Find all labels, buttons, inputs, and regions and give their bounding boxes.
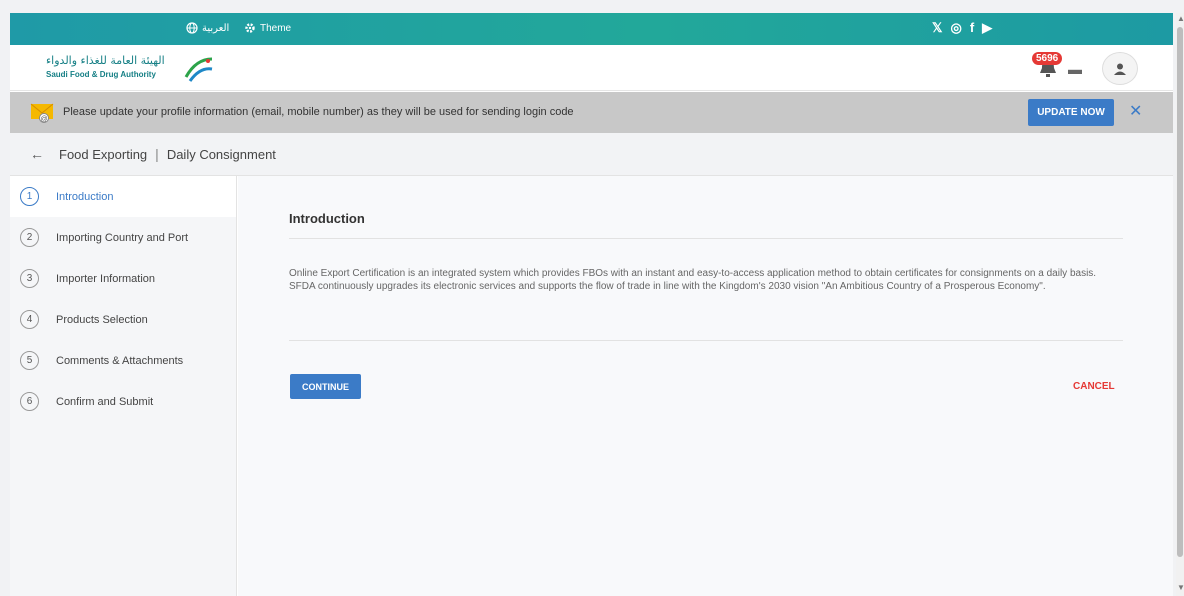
user-avatar[interactable] xyxy=(1102,52,1138,85)
gear-icon xyxy=(245,23,255,33)
continue-button[interactable]: CONTINUE xyxy=(290,374,361,399)
step-confirm-submit[interactable]: 6 Confirm and Submit xyxy=(10,381,236,422)
breadcrumb-food-exporting[interactable]: Food Exporting xyxy=(59,147,147,162)
notification-badge: 5696 xyxy=(1032,52,1063,65)
step-importer-information[interactable]: 3 Importer Information xyxy=(10,258,236,299)
language-label: العربية xyxy=(202,22,230,34)
step-label: Importer Information xyxy=(56,272,156,285)
step-label: Importing Country and Port xyxy=(56,231,189,244)
sfda-logo[interactable]: الهيئة العامة للغذاء والدواء Saudi Food … xyxy=(46,53,216,85)
top-bar: العربية Theme 𝕏 ◎ f ▶ xyxy=(10,13,1173,45)
cancel-button[interactable]: CANCEL xyxy=(1073,381,1115,392)
scroll-up-icon[interactable]: ▲ xyxy=(1177,14,1184,23)
step-introduction[interactable]: 1 Introduction xyxy=(10,176,236,217)
breadcrumb-separator: | xyxy=(155,146,159,162)
page-scrollbar[interactable]: ▲ ▼ xyxy=(1176,13,1184,596)
step-comments-attachments[interactable]: 5 Comments & Attachments xyxy=(10,340,236,381)
scroll-down-icon[interactable]: ▼ xyxy=(1177,583,1184,592)
step-number: 4 xyxy=(20,310,39,329)
social-links: 𝕏 ◎ f ▶ xyxy=(932,20,992,36)
step-label: Comments & Attachments xyxy=(56,354,184,367)
graduation-cap-icon[interactable]: ▬ xyxy=(1068,61,1082,77)
breadcrumb: ← Food Exporting | Daily Consignment xyxy=(10,133,1173,176)
theme-switch[interactable]: Theme xyxy=(244,22,291,34)
breadcrumb-daily-consignment: Daily Consignment xyxy=(166,146,276,162)
step-number: 1 xyxy=(20,187,39,206)
logo-english: Saudi Food & Drug Authority xyxy=(46,70,156,79)
divider xyxy=(289,340,1123,341)
intro-text: Online Export Certification is an integr… xyxy=(289,268,1097,292)
update-now-button[interactable]: UPDATE NOW xyxy=(1028,99,1114,126)
globe-icon xyxy=(186,22,198,34)
theme-label: Theme xyxy=(260,22,292,34)
banner-message: Please update your profile information (… xyxy=(63,106,574,118)
step-label: Introduction xyxy=(56,190,114,203)
profile-update-banner: @ Please update your profile information… xyxy=(10,92,1173,133)
scrollbar-thumb[interactable] xyxy=(1177,27,1183,557)
main-content: Introduction Online Export Certification… xyxy=(238,176,1173,596)
step-number: 3 xyxy=(20,269,39,288)
twitter-icon[interactable]: 𝕏 xyxy=(932,20,942,36)
divider xyxy=(289,238,1123,239)
svg-text:@: @ xyxy=(40,116,47,123)
steps-sidebar: 1 Introduction 2 Importing Country and P… xyxy=(10,176,237,596)
step-label: Confirm and Submit xyxy=(56,395,154,408)
section-title: Introduction xyxy=(289,211,365,226)
close-icon[interactable]: ✕ xyxy=(1129,101,1142,121)
user-icon xyxy=(1114,63,1126,75)
step-number: 2 xyxy=(20,228,39,247)
header: الهيئة العامة للغذاء والدواء Saudi Food … xyxy=(10,45,1173,91)
language-switch[interactable]: العربية xyxy=(186,22,229,34)
facebook-icon[interactable]: f xyxy=(970,20,974,36)
app-window: العربية Theme 𝕏 ◎ f ▶ الهيئة العامة للغذ… xyxy=(10,13,1173,596)
instagram-icon[interactable]: ◎ xyxy=(950,20,961,36)
step-products-selection[interactable]: 4 Products Selection xyxy=(10,299,236,340)
youtube-icon[interactable]: ▶ xyxy=(982,20,992,36)
back-arrow-icon[interactable]: ← xyxy=(30,146,44,162)
step-label: Products Selection xyxy=(56,313,148,326)
logo-arabic: الهيئة العامة للغذاء والدواء xyxy=(46,54,165,67)
step-importing-country[interactable]: 2 Importing Country and Port xyxy=(10,217,236,258)
envelope-icon: @ xyxy=(30,103,54,123)
step-number: 5 xyxy=(20,351,39,370)
logo-mark-icon xyxy=(184,57,213,82)
step-number: 6 xyxy=(20,392,39,411)
